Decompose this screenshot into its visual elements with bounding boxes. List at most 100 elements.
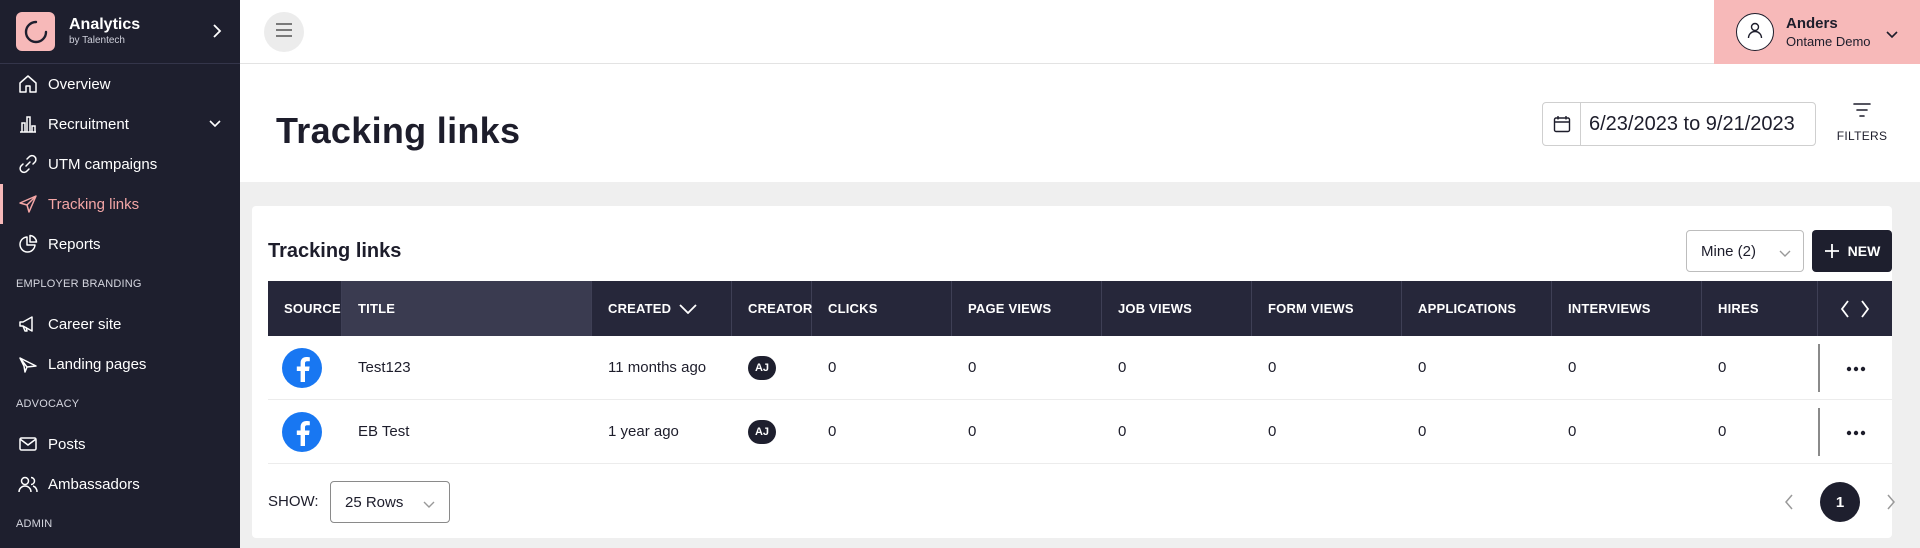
facebook-icon <box>282 411 322 452</box>
chevron-down-icon <box>423 496 435 513</box>
sidebar-item-posts[interactable]: Posts <box>0 424 240 464</box>
brand-subtitle: by Talentech <box>69 34 125 46</box>
next-page-button[interactable] <box>1874 482 1908 522</box>
avatar <box>1736 13 1774 51</box>
more-horizontal-icon <box>1846 359 1866 377</box>
link-icon <box>18 154 38 174</box>
column-created-label: CREATED <box>608 301 672 316</box>
section-admin: ADMIN <box>16 518 53 530</box>
sidebar-item-career-site[interactable]: Career site <box>0 304 240 344</box>
applications-cell: 0 <box>1418 423 1427 440</box>
row-actions-button[interactable] <box>1818 344 1892 392</box>
sidebar-item-label: Posts <box>48 435 86 453</box>
interviews-cell: 0 <box>1568 359 1577 376</box>
table-header: SOURCE TITLE CREATED CREATOR CLICKS PAGE… <box>268 281 1892 336</box>
column-hires[interactable]: HIRES <box>1702 281 1818 336</box>
top-bar: Anders Ontame Demo <box>240 0 1920 64</box>
calendar-icon <box>1543 103 1581 145</box>
tracking-links-table: SOURCE TITLE CREATED CREATOR CLICKS PAGE… <box>268 281 1892 464</box>
sidebar: Analytics by Talentech Overview Recruitm… <box>0 0 240 548</box>
facebook-icon <box>282 347 322 388</box>
chevron-right-icon[interactable] <box>212 24 222 43</box>
page-title: Tracking links <box>276 110 521 151</box>
sidebar-item-ambassadors[interactable]: Ambassadors <box>0 464 240 504</box>
filters-button[interactable]: FILTERS <box>1832 102 1892 150</box>
page-number-current[interactable]: 1 <box>1820 482 1860 522</box>
page-views-cell: 0 <box>968 423 977 440</box>
sidebar-item-utm-campaigns[interactable]: UTM campaigns <box>0 144 240 184</box>
section-advocacy: ADVOCACY <box>16 398 80 410</box>
column-creator[interactable]: CREATOR <box>732 281 812 336</box>
owner-filter-select[interactable]: Mine (2) <box>1686 230 1804 272</box>
sidebar-item-label: Recruitment <box>48 115 129 133</box>
chevron-right-icon[interactable] <box>1860 299 1870 318</box>
column-scroll-controls <box>1818 281 1892 336</box>
sidebar-item-label: Overview <box>48 75 111 93</box>
sidebar-item-overview[interactable]: Overview <box>0 64 240 104</box>
send-icon <box>18 194 38 214</box>
column-page-views[interactable]: PAGE VIEWS <box>952 281 1102 336</box>
title-cell[interactable]: EB Test <box>342 400 592 464</box>
filters-label: FILTERS <box>1836 129 1888 143</box>
sidebar-item-reports[interactable]: Reports <box>0 224 240 264</box>
chevron-down-icon <box>1886 26 1898 44</box>
title-cell[interactable]: Test123 <box>342 336 592 400</box>
interviews-cell: 0 <box>1568 423 1577 440</box>
rows-per-page-select[interactable]: 25 Rows <box>330 481 450 523</box>
row-actions-button[interactable] <box>1818 408 1892 456</box>
sidebar-item-label: Tracking links <box>48 195 140 213</box>
table-row[interactable]: EB Test 1 year ago AJ 0 0 0 0 0 0 0 <box>268 400 1892 464</box>
page-header: Tracking links 6/23/2023 to 9/21/2023 FI… <box>240 64 1920 182</box>
column-title[interactable]: TITLE <box>342 281 592 336</box>
menu-toggle-button[interactable] <box>264 12 304 52</box>
creator-cell: AJ <box>732 400 812 464</box>
filter-icon <box>1852 102 1872 123</box>
brand-header[interactable]: Analytics by Talentech <box>0 0 240 64</box>
users-icon <box>18 474 38 494</box>
date-range-picker[interactable]: 6/23/2023 to 9/21/2023 <box>1542 102 1816 146</box>
applications-cell: 0 <box>1418 359 1427 376</box>
previous-page-button[interactable] <box>1772 482 1806 522</box>
user-icon <box>1746 21 1764 44</box>
new-tracking-link-button[interactable]: NEW <box>1812 230 1892 272</box>
chevron-left-icon[interactable] <box>1840 299 1850 318</box>
column-job-views[interactable]: JOB VIEWS <box>1102 281 1252 336</box>
sidebar-item-label: UTM campaigns <box>48 155 158 173</box>
plus-icon <box>1824 243 1840 259</box>
pie-chart-icon <box>18 234 38 254</box>
sidebar-item-label: Ambassadors <box>48 475 140 493</box>
created-cell: 11 months ago <box>608 359 707 376</box>
sidebar-item-tracking-links[interactable]: Tracking links <box>0 184 240 224</box>
owner-filter-value: Mine (2) <box>1701 242 1757 260</box>
hires-cell: 0 <box>1718 359 1727 376</box>
home-icon <box>18 74 38 94</box>
sidebar-item-recruitment[interactable]: Recruitment <box>0 104 240 144</box>
column-form-views[interactable]: FORM VIEWS <box>1252 281 1402 336</box>
brand-title: Analytics <box>69 15 141 33</box>
brand-logo-icon <box>16 12 55 51</box>
section-employer-branding: EMPLOYER BRANDING <box>16 278 142 290</box>
date-range-value: 6/23/2023 to 9/21/2023 <box>1589 112 1795 135</box>
creator-badge: AJ <box>748 355 776 380</box>
sidebar-item-label: Reports <box>48 235 101 253</box>
sidebar-item-landing-pages[interactable]: Landing pages <box>0 344 240 384</box>
tracking-links-card: Tracking links Mine (2) NEW SOURCE TITLE… <box>252 206 1895 538</box>
hamburger-icon <box>275 22 293 42</box>
column-clicks[interactable]: CLICKS <box>812 281 952 336</box>
form-views-cell: 0 <box>1268 359 1277 376</box>
column-created[interactable]: CREATED <box>592 281 732 336</box>
user-menu[interactable]: Anders Ontame Demo <box>1714 0 1920 64</box>
source-cell <box>268 400 342 464</box>
rows-per-page-value: 25 Rows <box>345 493 404 511</box>
chevron-down-icon <box>1779 245 1791 262</box>
column-source[interactable]: SOURCE <box>268 281 342 336</box>
table-row[interactable]: Test123 11 months ago AJ 0 0 0 0 0 0 0 <box>268 336 1892 400</box>
chevron-down-icon[interactable] <box>208 116 222 133</box>
job-views-cell: 0 <box>1118 359 1127 376</box>
bar-chart-icon <box>18 114 38 134</box>
sort-desc-icon <box>679 303 697 314</box>
column-interviews[interactable]: INTERVIEWS <box>1552 281 1702 336</box>
paper-plane-icon <box>18 354 38 374</box>
column-applications[interactable]: APPLICATIONS <box>1402 281 1552 336</box>
mail-icon <box>18 434 38 454</box>
